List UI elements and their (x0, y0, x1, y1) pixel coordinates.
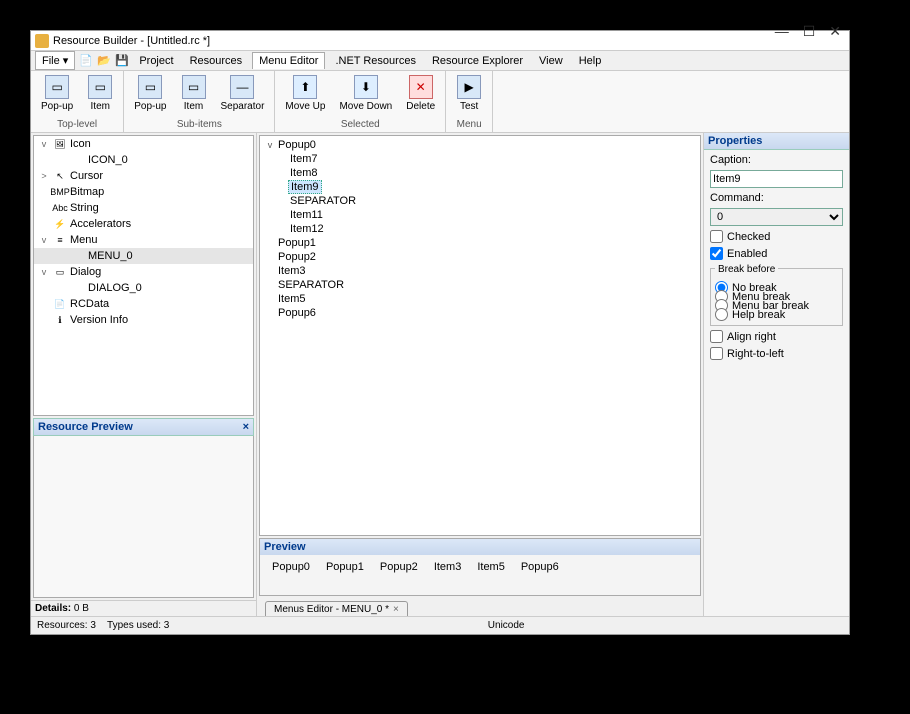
command-label: Command: (710, 192, 843, 204)
resource-tree-item[interactable]: AbcString (34, 200, 253, 216)
menu-tree-item[interactable]: Item5 (262, 292, 698, 306)
menu-tree-item[interactable]: vPopup0 (262, 138, 698, 152)
menu-tree-item[interactable]: Item9 (262, 180, 698, 194)
caption-label: Caption: (710, 154, 843, 166)
resource-tree-item[interactable]: 📄RCData (34, 296, 253, 312)
editor-tab[interactable]: Menus Editor - MENU_0 * × (265, 601, 408, 616)
resource-tree-item[interactable]: v🖼Icon (34, 136, 253, 152)
resource-tree-item[interactable]: BMPBitmap (34, 184, 253, 200)
close-button[interactable]: ✕ (829, 23, 841, 40)
menu-tree-item[interactable]: Item8 (262, 166, 698, 180)
ribbon-sub-separator[interactable]: —Separator (215, 73, 271, 117)
ribbon: ▭Pop-up ▭Item Top-level ▭Pop-up ▭Item —S… (31, 71, 849, 133)
menu-help[interactable]: Help (573, 53, 608, 69)
minimize-button[interactable]: — (775, 23, 789, 40)
menu-resources[interactable]: Resources (184, 53, 249, 69)
app-window: — ☐ ✕ Resource Builder - [Untitled.rc *]… (30, 30, 850, 635)
enabled-checkbox[interactable] (710, 247, 723, 260)
menubar: File ▾ 📄 📂 💾 Project Resources Menu Edit… (31, 51, 849, 71)
menu-menu-editor[interactable]: Menu Editor (252, 52, 325, 69)
resource-tree-item[interactable]: ℹVersion Info (34, 312, 253, 328)
caption-input[interactable] (710, 170, 843, 188)
menu-tree[interactable]: vPopup0Item7Item8Item9SEPARATORItem11Ite… (259, 135, 701, 536)
preview-menu-item[interactable]: Popup0 (264, 559, 318, 575)
resource-tree-item[interactable]: v≡Menu (34, 232, 253, 248)
ribbon-delete[interactable]: ✕Delete (400, 73, 441, 117)
resource-tree-item[interactable]: DIALOG_0 (34, 280, 253, 296)
ribbon-group-selected: Selected (275, 119, 445, 132)
new-icon[interactable]: 📄 (79, 54, 93, 68)
menu-preview: Preview Popup0Popup1Popup2Item3Item5Popu… (259, 538, 701, 596)
menu-preview-title: Preview (260, 539, 700, 555)
rtl-checkbox[interactable] (710, 347, 723, 360)
resource-tree-item[interactable]: ⚡Accelerators (34, 216, 253, 232)
open-icon[interactable]: 📂 (97, 54, 111, 68)
preview-menu-item[interactable]: Item3 (426, 559, 470, 575)
menu-view[interactable]: View (533, 53, 569, 69)
menu-project[interactable]: Project (133, 53, 179, 69)
break-before-group: Break before (715, 264, 778, 275)
preview-menu-item[interactable]: Popup2 (372, 559, 426, 575)
ribbon-group-toplevel: Top-level (31, 119, 123, 132)
align-right-checkbox[interactable] (710, 330, 723, 343)
resource-preview-body (33, 436, 254, 598)
resource-tree-item[interactable]: >↖Cursor (34, 168, 253, 184)
menu-tree-item[interactable]: Item3 (262, 264, 698, 278)
preview-close-icon[interactable]: × (243, 421, 249, 433)
ribbon-movedown[interactable]: ⬇Move Down (333, 73, 398, 117)
menu-resource-explorer[interactable]: Resource Explorer (426, 53, 529, 69)
menu-tree-item[interactable]: SEPARATOR (262, 278, 698, 292)
properties-title: Properties (704, 133, 849, 150)
ribbon-sub-item[interactable]: ▭Item (175, 73, 213, 117)
window-title: Resource Builder - [Untitled.rc *] (53, 35, 210, 47)
menu-tree-item[interactable]: Popup1 (262, 236, 698, 250)
menu-net-resources[interactable]: .NET Resources (329, 53, 422, 69)
menu-tree-item[interactable]: Item12 (262, 222, 698, 236)
ribbon-group-subitems: Sub-items (124, 119, 274, 132)
preview-menu-item[interactable]: Item5 (469, 559, 513, 575)
resource-preview-title: Resource Preview (38, 421, 133, 433)
menu-tree-item[interactable]: SEPARATOR (262, 194, 698, 208)
ribbon-test[interactable]: ▶Test (450, 73, 488, 117)
ribbon-group-menu: Menu (446, 119, 492, 132)
app-icon (35, 34, 49, 48)
titlebar: Resource Builder - [Untitled.rc *] (31, 31, 849, 51)
menu-tree-item[interactable]: Item7 (262, 152, 698, 166)
tab-close-icon[interactable]: × (393, 604, 399, 615)
save-icon[interactable]: 💾 (115, 54, 129, 68)
preview-menu-item[interactable]: Popup6 (513, 559, 567, 575)
resource-tree-item[interactable]: MENU_0 (34, 248, 253, 264)
ribbon-toplevel-item[interactable]: ▭Item (81, 73, 119, 117)
menu-tree-item[interactable]: Popup6 (262, 306, 698, 320)
maximize-button[interactable]: ☐ (803, 23, 816, 40)
menu-tree-item[interactable]: Item11 (262, 208, 698, 222)
resource-tree[interactable]: v🖼IconICON_0>↖CursorBMPBitmapAbcString⚡A… (33, 135, 254, 416)
statusbar: Resources: 3 Types used: 3 Unicode (31, 616, 849, 634)
ribbon-sub-popup[interactable]: ▭Pop-up (128, 73, 172, 117)
resource-tree-item[interactable]: v▭Dialog (34, 264, 253, 280)
menu-file[interactable]: File ▾ (35, 51, 75, 70)
ribbon-moveup[interactable]: ⬆Move Up (279, 73, 331, 117)
resource-tree-item[interactable]: ICON_0 (34, 152, 253, 168)
command-select[interactable]: 0 (710, 208, 843, 226)
checked-checkbox[interactable] (710, 230, 723, 243)
menu-tree-item[interactable]: Popup2 (262, 250, 698, 264)
preview-menu-item[interactable]: Popup1 (318, 559, 372, 575)
ribbon-toplevel-popup[interactable]: ▭Pop-up (35, 73, 79, 117)
help-break-radio[interactable] (715, 308, 728, 321)
